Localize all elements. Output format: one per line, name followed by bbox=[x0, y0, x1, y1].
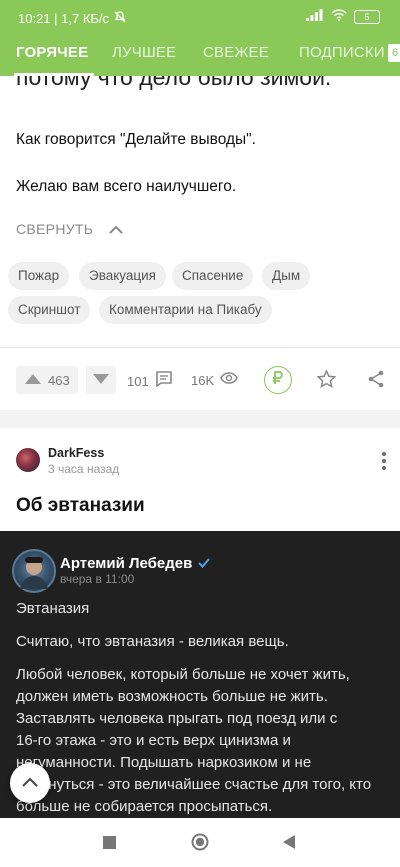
post-image: Артемий Лебедев вчера в 11:00 Эвтаназия … bbox=[0, 531, 400, 818]
post-time: 3 часа назад bbox=[48, 462, 120, 476]
embed-paragraph-line: негуманности. Подышать наркозиком и не bbox=[16, 754, 312, 771]
partial-text-clip: потому что дело было зимой. bbox=[0, 76, 400, 106]
views-indicator: 16K bbox=[191, 371, 238, 389]
embed-paragraph: Любой человек, который больше не хочет ж… bbox=[16, 664, 386, 818]
system-nav-bar bbox=[0, 818, 400, 867]
post-actions: 463 101 16K bbox=[0, 360, 400, 400]
battery-level: 5 bbox=[364, 11, 370, 22]
app-header: 10:21 | 1,7 КБ/с 5 ГОРЯЧЕЕ ЛУЧШЕЕ СВЕЖЕЕ… bbox=[0, 0, 400, 76]
avatar[interactable] bbox=[16, 448, 40, 472]
status-right: 5 bbox=[306, 9, 380, 24]
upvote-icon bbox=[25, 371, 41, 389]
embed-line: Считаю, что эвтаназия - великая вещь. bbox=[16, 633, 289, 650]
tag[interactable]: Комментарии на Пикабу bbox=[99, 296, 272, 324]
chevron-up-icon bbox=[22, 774, 38, 792]
embed-author: Артемий Лебедев bbox=[60, 555, 211, 572]
battery-icon: 5 bbox=[354, 9, 380, 24]
home-icon[interactable] bbox=[191, 833, 209, 856]
collapse-label: СВЕРНУТЬ bbox=[16, 221, 94, 237]
embed-author-name: Артемий Лебедев bbox=[60, 555, 193, 572]
embed-paragraph-line: Заставлять человека прыгать под поезд ил… bbox=[16, 710, 338, 727]
tag[interactable]: Дым bbox=[262, 262, 311, 290]
partial-text-line: потому что дело было зимой. bbox=[16, 76, 332, 90]
star-icon[interactable] bbox=[316, 369, 337, 393]
status-time: 10:21 | 1,7 КБ/с bbox=[18, 11, 110, 26]
back-icon[interactable] bbox=[283, 835, 295, 854]
downvote-button[interactable] bbox=[86, 366, 116, 394]
upvote-button[interactable]: 463 bbox=[16, 366, 78, 394]
mute-icon bbox=[113, 10, 127, 27]
subscriptions-badge: 6 bbox=[388, 44, 400, 62]
comment-count: 101 bbox=[127, 374, 149, 389]
status-left: 10:21 | 1,7 КБ/с bbox=[18, 10, 127, 27]
collapse-button[interactable]: СВЕРНУТЬ bbox=[16, 221, 123, 237]
post-paragraph: Как говорится "Делайте выводы". bbox=[16, 131, 256, 148]
comment-icon bbox=[155, 371, 173, 392]
tab-subscriptions[interactable]: ПОДПИСКИ bbox=[299, 44, 385, 61]
embed-avatar bbox=[12, 549, 56, 593]
tag[interactable]: Скриншот bbox=[8, 296, 91, 324]
author-name[interactable]: DarkFess bbox=[48, 446, 104, 460]
post-paragraph: Желаю вам всего наилучшего. bbox=[16, 178, 237, 195]
recents-icon[interactable] bbox=[103, 836, 116, 854]
embed-paragraph-line: 16-го этажа - это и есть верх цинизма и bbox=[16, 732, 291, 749]
tag[interactable]: Эвакуация bbox=[79, 262, 166, 290]
embed-paragraph-line: должен иметь возможность больше не жить. bbox=[16, 688, 328, 705]
embed-paragraph-line: больше не собирается просыпаться. bbox=[16, 798, 273, 815]
share-icon[interactable] bbox=[367, 370, 385, 393]
chevron-up-icon bbox=[109, 221, 123, 237]
tag[interactable]: Пожар bbox=[8, 262, 70, 290]
signal-icon bbox=[306, 9, 324, 24]
tag[interactable]: Спасение bbox=[172, 262, 254, 290]
verified-icon bbox=[198, 555, 211, 572]
tab-fresh[interactable]: СВЕЖЕЕ bbox=[203, 44, 269, 61]
tab-hot[interactable]: ГОРЯЧЕЕ bbox=[16, 44, 88, 61]
active-tab-indicator bbox=[14, 73, 94, 76]
downvote-icon bbox=[93, 371, 109, 389]
embed-paragraph-line: Любой человек, который больше не хочет ж… bbox=[16, 666, 350, 683]
scroll-top-button[interactable] bbox=[10, 763, 50, 803]
tab-best[interactable]: ЛУЧШЕЕ bbox=[112, 44, 176, 61]
wifi-icon bbox=[331, 9, 347, 24]
view-count: 16K bbox=[191, 372, 215, 388]
post-author-row: DarkFess 3 часа назад bbox=[16, 446, 386, 482]
embed-paragraph-line: проснуться - это величайшее счастье для … bbox=[16, 776, 372, 793]
donate-button[interactable] bbox=[264, 366, 292, 394]
status-bar: 10:21 | 1,7 КБ/с 5 bbox=[0, 0, 400, 34]
comments-button[interactable]: 101 bbox=[127, 371, 173, 392]
divider bbox=[0, 347, 400, 348]
post-separator bbox=[0, 410, 400, 428]
feed-tabs: ГОРЯЧЕЕ ЛУЧШЕЕ СВЕЖЕЕ ПОДПИСКИ 6 bbox=[0, 36, 400, 76]
post-title[interactable]: Об эвтаназии bbox=[16, 495, 145, 517]
eye-icon bbox=[220, 371, 238, 389]
embed-line: Эвтаназия bbox=[16, 600, 90, 617]
more-options-icon[interactable] bbox=[382, 452, 386, 470]
ruble-icon bbox=[272, 370, 284, 390]
vote-count: 463 bbox=[48, 372, 70, 388]
embed-time: вчера в 11:00 bbox=[60, 572, 135, 586]
